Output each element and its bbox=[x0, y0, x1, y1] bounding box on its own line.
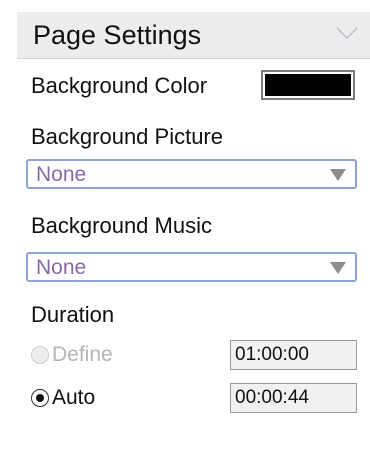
dropdown-arrow-icon bbox=[330, 262, 346, 274]
define-radio-option[interactable]: Define bbox=[31, 340, 113, 370]
chevron-down-icon[interactable] bbox=[336, 26, 358, 40]
define-radio-label: Define bbox=[52, 343, 113, 366]
panel-title: Page Settings bbox=[33, 20, 202, 50]
background-music-label: Background Music bbox=[31, 213, 212, 238]
dropdown-arrow-icon bbox=[330, 169, 346, 181]
page-settings-panel: Page Settings Background Color Backgroun… bbox=[0, 0, 370, 466]
define-time-field[interactable]: 01:00:00 bbox=[230, 340, 357, 370]
background-music-select[interactable]: None bbox=[26, 252, 357, 282]
panel-header: Page Settings bbox=[17, 12, 370, 59]
background-color-fill bbox=[265, 74, 351, 96]
duration-label: Duration bbox=[31, 302, 115, 327]
background-color-label: Background Color bbox=[31, 73, 208, 98]
background-picture-value: None bbox=[36, 163, 87, 186]
auto-radio-option[interactable]: Auto bbox=[31, 383, 95, 413]
background-picture-select[interactable]: None bbox=[26, 159, 357, 189]
background-color-swatch[interactable] bbox=[261, 70, 355, 100]
auto-radio-label: Auto bbox=[52, 386, 96, 409]
auto-radio-button[interactable] bbox=[31, 389, 49, 407]
background-music-value: None bbox=[36, 256, 87, 279]
auto-time-field[interactable]: 00:00:44 bbox=[230, 383, 357, 413]
define-radio-button[interactable] bbox=[31, 346, 49, 364]
background-picture-label: Background Picture bbox=[31, 124, 223, 149]
